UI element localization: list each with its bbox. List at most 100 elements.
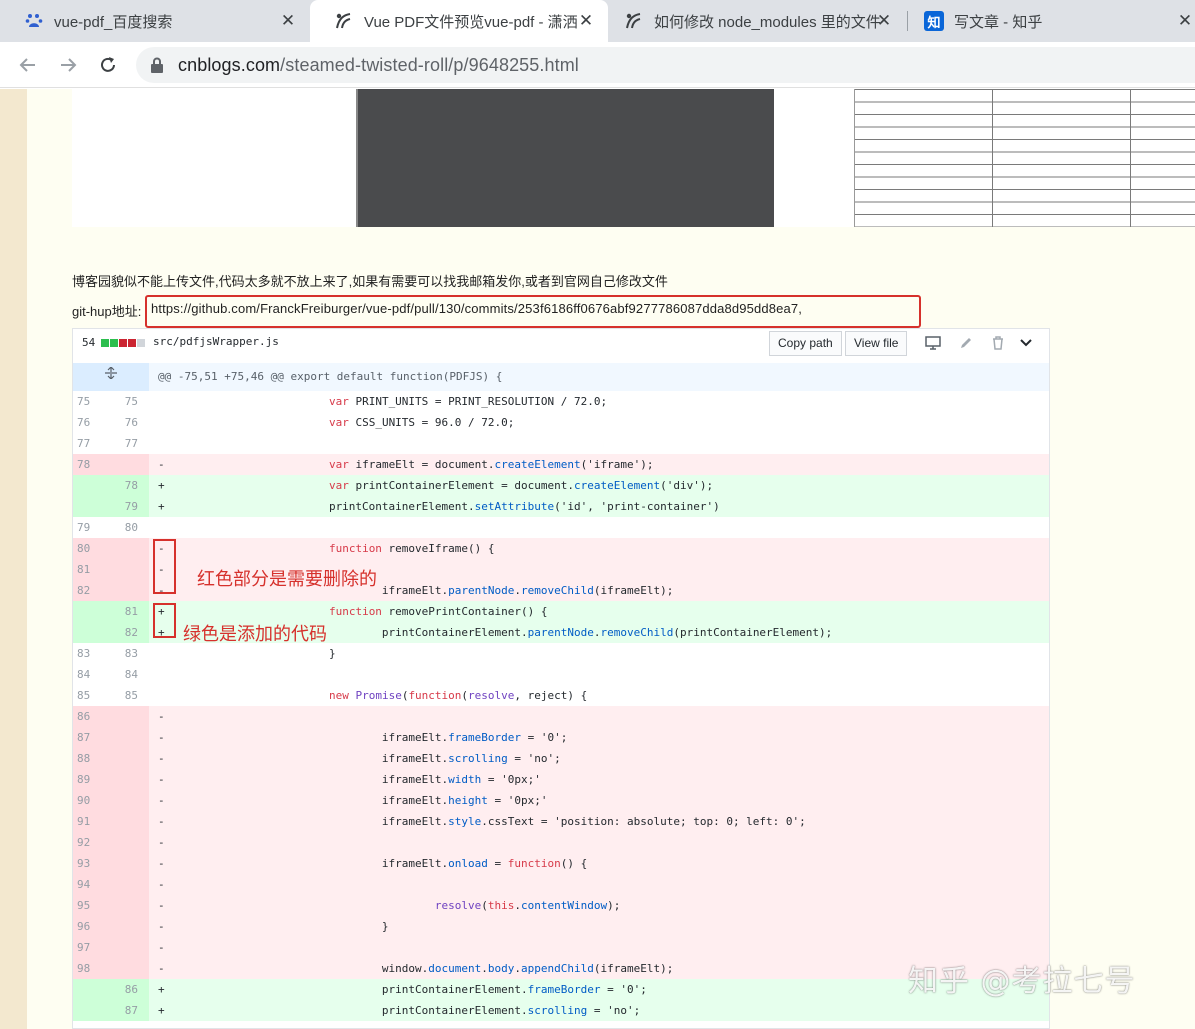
new-line-number[interactable]	[111, 790, 149, 811]
copy-path-button[interactable]: Copy path	[769, 331, 842, 356]
new-line-number[interactable]	[111, 580, 149, 601]
old-line-number[interactable]: 82	[73, 580, 111, 601]
new-line-number[interactable]: 86	[111, 979, 149, 1000]
new-line-number[interactable]	[111, 706, 149, 727]
diff-line-added: 81 + function removePrintContainer() {	[73, 601, 1049, 622]
old-line-number[interactable]: 77	[73, 433, 111, 454]
diff-line-deleted: 91 - iframeElt.style.cssText = 'position:…	[73, 811, 1049, 832]
old-line-number[interactable]: 96	[73, 916, 111, 937]
diff-marker: -	[158, 899, 165, 912]
old-line-number[interactable]: 98	[73, 958, 111, 979]
old-line-number[interactable]: 76	[73, 412, 111, 433]
hunk-header-text: @@ -75,51 +75,46 @@ export default funct…	[158, 370, 503, 383]
old-line-number[interactable]	[73, 496, 111, 517]
old-line-number[interactable]: 91	[73, 811, 111, 832]
old-line-number[interactable]	[73, 979, 111, 1000]
tab-close-icon[interactable]: ✕	[1175, 11, 1195, 31]
code-text: printContainerElement.scrolling = 'no';	[170, 1004, 641, 1017]
new-line-number[interactable]: 79	[111, 496, 149, 517]
tab-baidu-search[interactable]: vue-pdf_百度搜索 ✕	[0, 0, 310, 42]
diff-marker: -	[158, 773, 165, 786]
old-line-number[interactable]: 85	[73, 685, 111, 706]
old-line-number[interactable]: 80	[73, 538, 111, 559]
new-line-number[interactable]	[111, 748, 149, 769]
tab-title: 写文章 - 知乎	[954, 13, 1043, 31]
tab-zhihu-write[interactable]: 知 写文章 - 知乎 ✕	[900, 0, 1195, 42]
code-text: iframeElt.height = '0px;'	[170, 794, 548, 807]
back-button[interactable]	[15, 52, 41, 78]
new-line-number[interactable]: 84	[111, 664, 149, 685]
old-line-number[interactable]: 97	[73, 937, 111, 958]
code-text: resolve(this.contentWindow);	[434, 899, 621, 912]
code-text: iframeElt.style.cssText = 'position: abs…	[170, 815, 806, 828]
diff-marker: -	[158, 752, 165, 765]
new-line-number[interactable]: 87	[111, 1000, 149, 1021]
old-line-number[interactable]	[73, 622, 111, 643]
diff-line-context: 75 75 var PRINT_UNITS = PRINT_RESOLUTION …	[73, 391, 1049, 412]
new-line-number[interactable]	[111, 895, 149, 916]
new-line-number[interactable]: 78	[111, 475, 149, 496]
pencil-icon[interactable]	[956, 333, 976, 353]
old-line-number[interactable]	[73, 475, 111, 496]
new-line-number[interactable]	[111, 958, 149, 979]
old-line-number[interactable]: 92	[73, 832, 111, 853]
new-line-number[interactable]	[111, 538, 149, 559]
new-line-number[interactable]	[111, 811, 149, 832]
view-file-button[interactable]: View file	[845, 331, 908, 356]
new-line-number[interactable]: 85	[111, 685, 149, 706]
old-line-number[interactable]: 79	[73, 517, 111, 538]
unfold-icon[interactable]	[73, 363, 149, 391]
old-line-number[interactable]: 89	[73, 769, 111, 790]
old-line-number[interactable]: 81	[73, 559, 111, 580]
diff-marker: -	[158, 794, 165, 807]
tab-close-icon[interactable]: ✕	[874, 11, 894, 31]
tab-close-icon[interactable]: ✕	[576, 11, 596, 31]
tab-cnblogs-vue-pdf[interactable]: Vue PDF文件预览vue-pdf - 潇洒 ✕	[310, 0, 608, 42]
old-line-number[interactable]: 78	[73, 454, 111, 475]
tab-node-modules[interactable]: 如何修改 node_modules 里的文件 ✕	[600, 0, 906, 42]
old-line-number[interactable]: 88	[73, 748, 111, 769]
old-line-number[interactable]: 83	[73, 643, 111, 664]
new-line-number[interactable]	[111, 727, 149, 748]
new-line-number[interactable]: 77	[111, 433, 149, 454]
new-line-number[interactable]	[111, 853, 149, 874]
new-line-number[interactable]	[111, 454, 149, 475]
old-line-number[interactable]: 94	[73, 874, 111, 895]
address-bar[interactable]: cnblogs.com/steamed-twisted-roll/p/96482…	[136, 47, 1195, 83]
old-line-number[interactable]: 84	[73, 664, 111, 685]
old-line-number[interactable]: 87	[73, 727, 111, 748]
forward-button[interactable]	[55, 52, 81, 78]
new-line-number[interactable]: 83	[111, 643, 149, 664]
new-line-number[interactable]: 82	[111, 622, 149, 643]
old-line-number[interactable]	[73, 1000, 111, 1021]
old-line-number[interactable]: 75	[73, 391, 111, 412]
tab-close-icon[interactable]: ✕	[278, 11, 298, 31]
addition-annotation: 绿色是添加的代码	[183, 624, 327, 645]
new-line-number[interactable]	[111, 559, 149, 580]
image-dark-panel	[356, 89, 774, 227]
old-line-number[interactable]: 90	[73, 790, 111, 811]
new-line-number[interactable]	[111, 874, 149, 895]
new-line-number[interactable]: 81	[111, 601, 149, 622]
new-line-number[interactable]	[111, 832, 149, 853]
new-line-number[interactable]	[111, 916, 149, 937]
old-line-number[interactable]	[73, 601, 111, 622]
new-line-number[interactable]: 80	[111, 517, 149, 538]
old-line-number[interactable]: 86	[73, 706, 111, 727]
monitor-icon[interactable]	[923, 333, 943, 353]
diff-marker: -	[158, 962, 165, 975]
new-line-number[interactable]: 76	[111, 412, 149, 433]
new-line-number[interactable]: 75	[111, 391, 149, 412]
reload-button[interactable]	[95, 52, 121, 78]
old-line-number[interactable]: 95	[73, 895, 111, 916]
code-text: function removePrintContainer() {	[328, 605, 548, 618]
new-line-number[interactable]	[111, 937, 149, 958]
code-text: printContainerElement.frameBorder = '0';	[170, 983, 647, 996]
diff-marker	[158, 391, 170, 412]
chevron-down-icon[interactable]	[1016, 333, 1036, 353]
new-line-number[interactable]	[111, 769, 149, 790]
article-body: 博客园貌似不能上传文件,代码太多就不放上来了,如果有需要可以找我邮箱发你,或者到…	[27, 89, 1195, 1029]
trash-icon[interactable]	[988, 333, 1008, 353]
old-line-number[interactable]: 93	[73, 853, 111, 874]
baidu-paw-icon	[24, 11, 44, 31]
